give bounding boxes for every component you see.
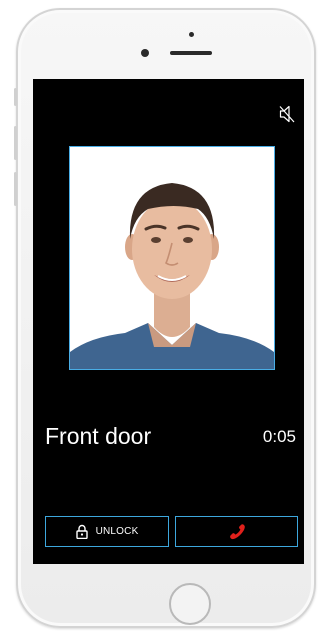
earpiece-speaker [170, 51, 212, 55]
lock-icon [75, 524, 88, 539]
door-name-label: Front door [45, 423, 152, 449]
speaker-mute-icon [279, 105, 295, 123]
unlock-button[interactable]: UNLOCK [45, 516, 169, 547]
camera-video-feed [69, 146, 275, 370]
front-camera [141, 49, 149, 57]
proximity-sensor [189, 32, 194, 37]
hang-up-button[interactable] [175, 516, 298, 547]
side-button-silent [14, 88, 17, 106]
intercom-call-screen: Front door 0:05 UNLOCK [33, 79, 304, 564]
home-button[interactable] [169, 583, 211, 625]
call-duration-timer: 0:05 [262, 427, 296, 446]
side-button-volume-up [14, 126, 17, 160]
visitor-face-image [70, 147, 274, 369]
speaker-mute-button[interactable] [279, 105, 295, 123]
phone-hangup-icon [229, 523, 245, 539]
unlock-label: UNLOCK [95, 526, 139, 537]
side-button-volume-down [14, 172, 17, 206]
